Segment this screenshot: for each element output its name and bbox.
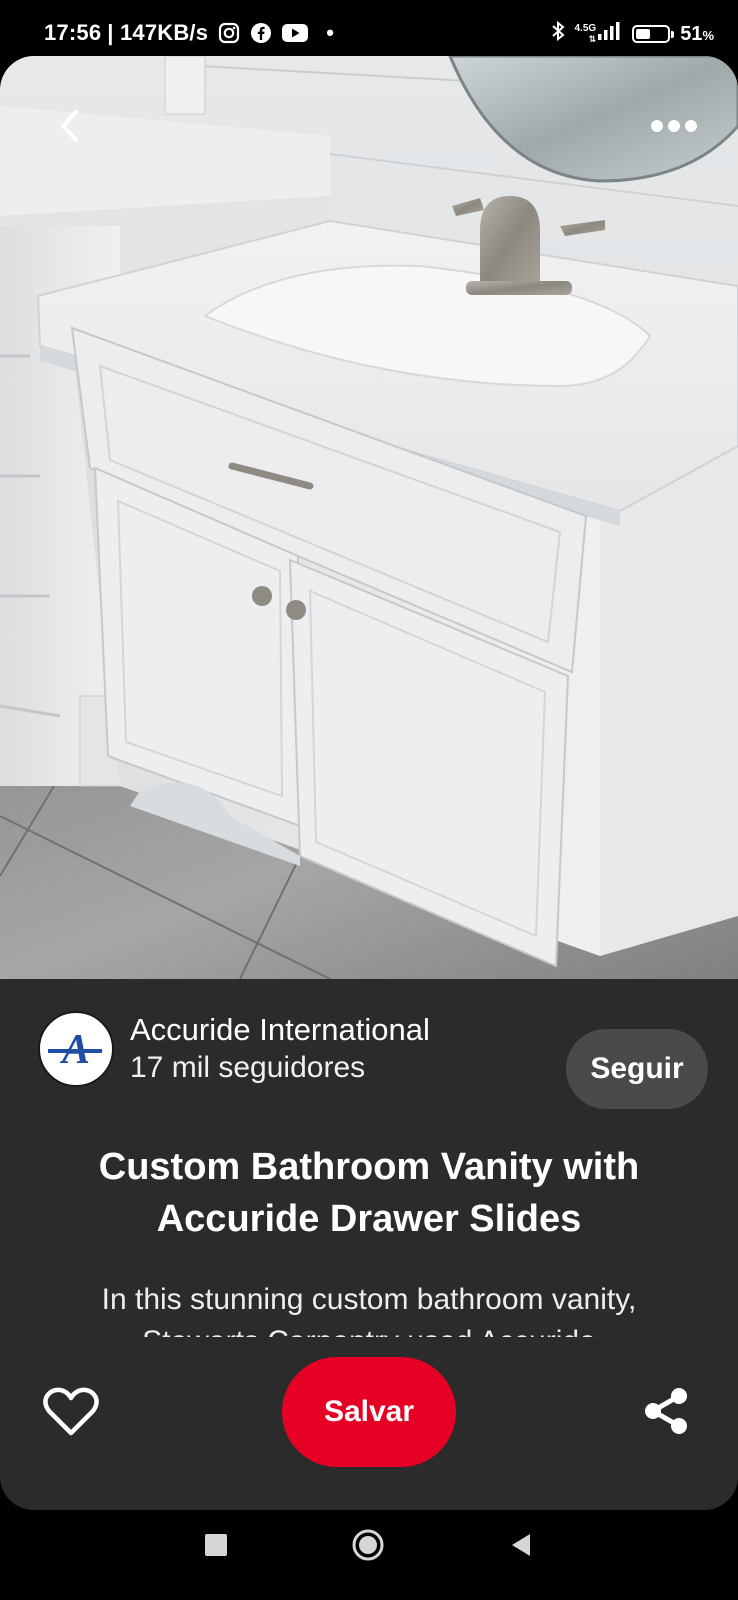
home-button[interactable] xyxy=(351,1528,385,1562)
status-left: 17:56 | 147KB/s • xyxy=(44,20,334,46)
network-arrows: ⇅ xyxy=(588,34,597,44)
save-button[interactable]: Salvar xyxy=(282,1357,456,1467)
status-speed: | 147KB/s xyxy=(107,20,209,45)
creator-avatar[interactable]: A xyxy=(38,1011,114,1087)
like-button[interactable] xyxy=(42,1383,100,1441)
avatar-letter: A xyxy=(59,1027,90,1073)
more-options-button[interactable] xyxy=(644,106,704,146)
pin-title: Custom Bathroom Vanity with Accuride Dra… xyxy=(98,1146,640,1240)
recent-apps-button[interactable] xyxy=(205,1534,227,1556)
battery-percent-unit: % xyxy=(702,27,714,43)
facebook-icon xyxy=(250,22,272,44)
pin-image[interactable] xyxy=(0,56,738,979)
creator-name[interactable]: Accuride International xyxy=(130,1011,430,1049)
battery-percent: 51% xyxy=(680,23,714,46)
bluetooth-icon xyxy=(551,20,565,48)
heart-icon xyxy=(43,1387,99,1436)
action-bar: Salvar xyxy=(0,1339,738,1510)
share-button[interactable] xyxy=(640,1385,692,1437)
network-type: 4.5G ⇅ xyxy=(574,23,597,45)
pin-description[interactable]: In this stunning custom bathroom vanity,… xyxy=(40,1279,698,1337)
follow-button[interactable]: Seguir xyxy=(566,1029,708,1109)
creator-followers: 17 mil seguidores xyxy=(130,1051,366,1084)
status-time: 17:56 xyxy=(44,20,102,45)
back-button[interactable] xyxy=(48,104,92,148)
instagram-icon xyxy=(218,22,240,44)
creator-text: Accuride International 17 mil seguidores xyxy=(130,1011,430,1087)
pin-info-panel: A Accuride International 17 mil seguidor… xyxy=(0,979,738,1510)
system-back-button[interactable] xyxy=(508,1532,534,1558)
more-icon xyxy=(651,120,697,132)
notification-dot: • xyxy=(326,20,335,45)
system-nav-bar xyxy=(0,1510,738,1600)
battery-fill xyxy=(636,29,650,39)
accuride-logo-icon: A xyxy=(42,1015,110,1083)
pin-card: A Accuride International 17 mil seguidor… xyxy=(0,56,738,1510)
battery-percent-value: 51 xyxy=(680,22,703,45)
back-icon xyxy=(61,110,78,142)
battery-icon xyxy=(632,25,675,43)
creator-row[interactable]: A Accuride International 17 mil seguidor… xyxy=(38,1011,430,1087)
signal-icon xyxy=(598,22,620,46)
status-right: 4.5G ⇅ 51% xyxy=(541,20,714,48)
youtube-icon xyxy=(282,23,309,43)
network-label: 4.5G xyxy=(574,23,597,34)
share-icon xyxy=(645,1388,687,1434)
